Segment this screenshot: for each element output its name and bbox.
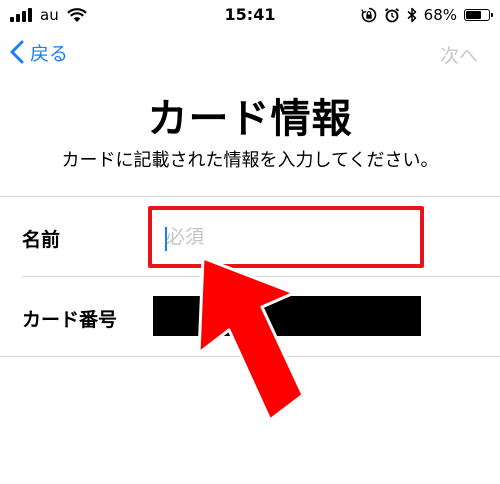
battery-icon <box>464 9 493 21</box>
name-field-highlight <box>148 206 424 268</box>
card-number-label: カード番号 <box>22 309 118 331</box>
bluetooth-icon <box>407 7 417 23</box>
text-cursor <box>165 227 167 251</box>
form-top-divider <box>0 196 500 197</box>
status-bar: au 15:41 68% <box>0 0 500 30</box>
chevron-left-icon <box>10 40 24 68</box>
rotation-lock-icon <box>361 7 377 23</box>
next-button[interactable]: 次へ <box>440 42 478 70</box>
card-number-field-redacted[interactable] <box>153 296 421 336</box>
form-row-divider <box>22 276 500 277</box>
page-title: カード情報 <box>147 96 353 142</box>
form-bottom-divider <box>0 356 500 357</box>
name-input[interactable] <box>160 218 416 256</box>
battery-percent: 68% <box>423 6 457 24</box>
alarm-icon <box>384 7 400 23</box>
page-subtitle: カードに記載された情報を入力してください。 <box>61 150 439 171</box>
name-label: 名前 <box>22 229 61 251</box>
back-button[interactable]: 戻る <box>10 40 68 68</box>
back-button-label: 戻る <box>30 43 69 65</box>
